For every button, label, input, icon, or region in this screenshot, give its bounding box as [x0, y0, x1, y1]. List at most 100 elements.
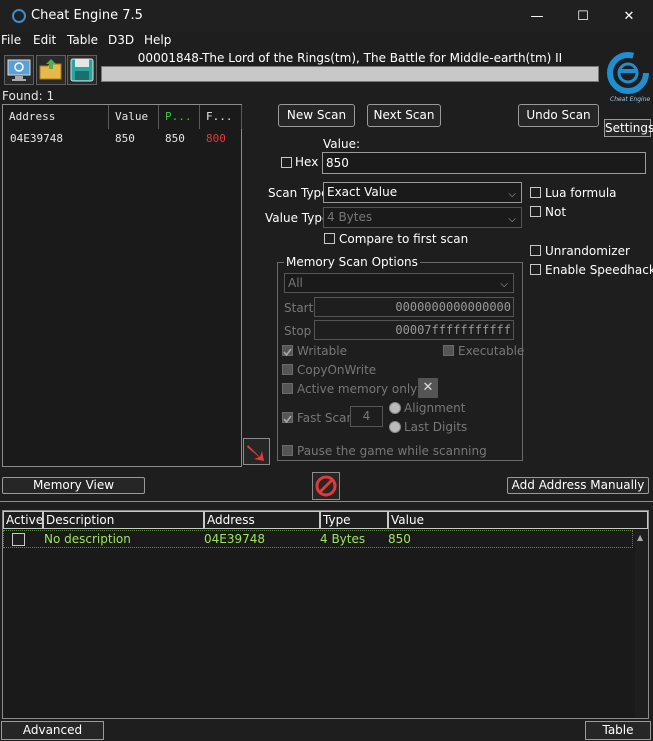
- status-bar: Advanced Options Table Extras: [0, 719, 653, 741]
- entry-type[interactable]: 4 Bytes: [320, 532, 365, 546]
- alignment-label: Alignment: [404, 401, 466, 415]
- maximize-button[interactable]: ☐: [560, 0, 606, 32]
- hex-label: Hex: [295, 155, 319, 169]
- value-type-select[interactable]: 4 Bytes ⌵: [323, 207, 522, 228]
- speedhack-label: Enable Speedhack: [545, 263, 653, 277]
- compare-first-checkbox[interactable]: [324, 233, 335, 244]
- add-to-list-arrow-icon[interactable]: [243, 438, 270, 465]
- undo-scan-button[interactable]: Undo Scan: [518, 104, 599, 127]
- result-value: 850: [115, 132, 135, 145]
- lua-formula-checkbox[interactable]: [530, 187, 541, 198]
- stop-icon[interactable]: [312, 472, 340, 500]
- clear-icon[interactable]: ✕: [418, 378, 438, 398]
- not-checkbox[interactable]: [530, 206, 541, 217]
- results-header-value[interactable]: Value: [109, 105, 159, 129]
- addr-header-address[interactable]: Address: [204, 511, 320, 529]
- unrandomizer-label: Unrandomizer: [545, 244, 630, 258]
- new-scan-button[interactable]: New Scan: [278, 104, 355, 127]
- pause-game-checkbox[interactable]: [282, 445, 293, 456]
- open-table-icon[interactable]: [36, 55, 66, 85]
- active-memory-label: Active memory only: [297, 382, 418, 396]
- menu-d3d[interactable]: D3D: [108, 33, 134, 47]
- memory-scan-options-title: Memory Scan Options: [284, 255, 420, 269]
- table-extras-button[interactable]: Table Extras: [585, 721, 651, 741]
- menu-help[interactable]: Help: [144, 33, 171, 47]
- menu-file[interactable]: File: [1, 33, 21, 47]
- add-address-manually-button[interactable]: Add Address Manually: [507, 477, 649, 494]
- addr-header-value[interactable]: Value: [388, 511, 648, 529]
- hex-checkbox[interactable]: [281, 157, 292, 168]
- speedhack-checkbox[interactable]: [530, 264, 541, 275]
- copyonwrite-checkbox[interactable]: [282, 364, 293, 375]
- scan-type-value: Exact Value: [327, 185, 398, 199]
- close-button[interactable]: ✕: [606, 0, 652, 32]
- fast-scan-value-input[interactable]: 4: [350, 406, 383, 427]
- entry-address[interactable]: 04E39748: [204, 532, 265, 546]
- copyonwrite-label: CopyOnWrite: [297, 363, 377, 377]
- entry-description[interactable]: No description: [44, 532, 131, 546]
- table-row[interactable]: No description 04E39748 4 Bytes 850: [3, 530, 633, 548]
- scroll-up-icon[interactable]: ▲: [637, 533, 643, 542]
- value-type-value: 4 Bytes: [327, 210, 373, 224]
- writable-label: Writable: [297, 344, 347, 358]
- address-list[interactable]: Active Description Address Type Value No…: [2, 510, 649, 719]
- active-memory-checkbox[interactable]: [282, 383, 293, 394]
- window-title: Cheat Engine 7.5: [31, 8, 143, 23]
- memory-region-value: All: [288, 276, 303, 290]
- compare-first-label: Compare to first scan: [339, 232, 469, 246]
- results-header-previous[interactable]: P...: [159, 105, 200, 129]
- alignment-radio[interactable]: [389, 402, 401, 414]
- lua-formula-label: Lua formula: [545, 186, 617, 200]
- fast-scan-checkbox[interactable]: [282, 412, 293, 424]
- start-label: Start: [284, 301, 314, 315]
- minimize-button[interactable]: —: [514, 0, 560, 32]
- unrandomizer-checkbox[interactable]: [530, 245, 541, 256]
- executable-label: Executable: [458, 344, 525, 358]
- start-address-input[interactable]: 0000000000000000: [314, 297, 514, 317]
- result-address: 04E39748: [10, 132, 63, 145]
- title-bar: Cheat Engine 7.5 — ☐ ✕: [0, 0, 653, 32]
- scan-type-select[interactable]: Exact Value ⌵: [323, 182, 522, 203]
- app-icon: [12, 9, 26, 23]
- writable-checkbox[interactable]: [282, 345, 293, 357]
- cheat-engine-logo-icon[interactable]: [605, 52, 651, 98]
- fast-scan-label: Fast Scan: [297, 411, 355, 425]
- pause-game-label: Pause the game while scanning: [297, 444, 487, 458]
- result-previous: 850: [165, 132, 185, 145]
- save-table-icon[interactable]: [67, 55, 97, 85]
- results-header-address[interactable]: Address: [3, 105, 109, 129]
- last-digits-radio[interactable]: [389, 421, 401, 433]
- settings-button[interactable]: Settings: [604, 119, 653, 137]
- results-header-first[interactable]: F...: [200, 105, 242, 129]
- value-input[interactable]: 850: [322, 152, 646, 174]
- chevron-down-icon: ⌵: [500, 279, 508, 290]
- scan-progress-bar: [101, 66, 599, 82]
- menu-edit[interactable]: Edit: [33, 33, 56, 47]
- scrollbar[interactable]: ▲: [635, 530, 648, 718]
- table-row[interactable]: 04E39748 850 850 800: [3, 129, 241, 147]
- addr-header-type[interactable]: Type: [320, 511, 388, 529]
- logo-text: Cheat Engine: [610, 96, 651, 103]
- chevron-down-icon: ⌵: [508, 214, 516, 225]
- menu-bar: File Edit Table D3D Help: [0, 32, 653, 50]
- last-digits-label: Last Digits: [404, 420, 468, 434]
- next-scan-button[interactable]: Next Scan: [367, 104, 441, 127]
- addr-header-active[interactable]: Active: [3, 511, 43, 529]
- memory-view-button[interactable]: Memory View: [2, 477, 145, 494]
- process-title: 00001848-The Lord of the Rings(tm), The …: [137, 51, 563, 65]
- open-process-icon[interactable]: [4, 55, 34, 85]
- splitter[interactable]: [0, 501, 653, 502]
- advanced-options-button[interactable]: Advanced Options: [1, 721, 104, 741]
- memory-region-select[interactable]: All ⌵: [284, 273, 514, 293]
- result-first: 800: [206, 132, 226, 145]
- menu-table[interactable]: Table: [67, 33, 98, 47]
- chevron-down-icon: ⌵: [508, 189, 516, 200]
- stop-address-input[interactable]: 00007fffffffffff: [314, 320, 514, 340]
- executable-checkbox[interactable]: [443, 345, 454, 356]
- scan-results-list[interactable]: Address Value P... F... 04E39748 850 850…: [2, 104, 242, 467]
- entry-value[interactable]: 850: [388, 532, 411, 546]
- addr-header-description[interactable]: Description: [43, 511, 204, 529]
- found-count: Found: 1: [2, 89, 55, 103]
- value-type-label: Value Type: [265, 211, 330, 225]
- active-checkbox[interactable]: [12, 533, 25, 546]
